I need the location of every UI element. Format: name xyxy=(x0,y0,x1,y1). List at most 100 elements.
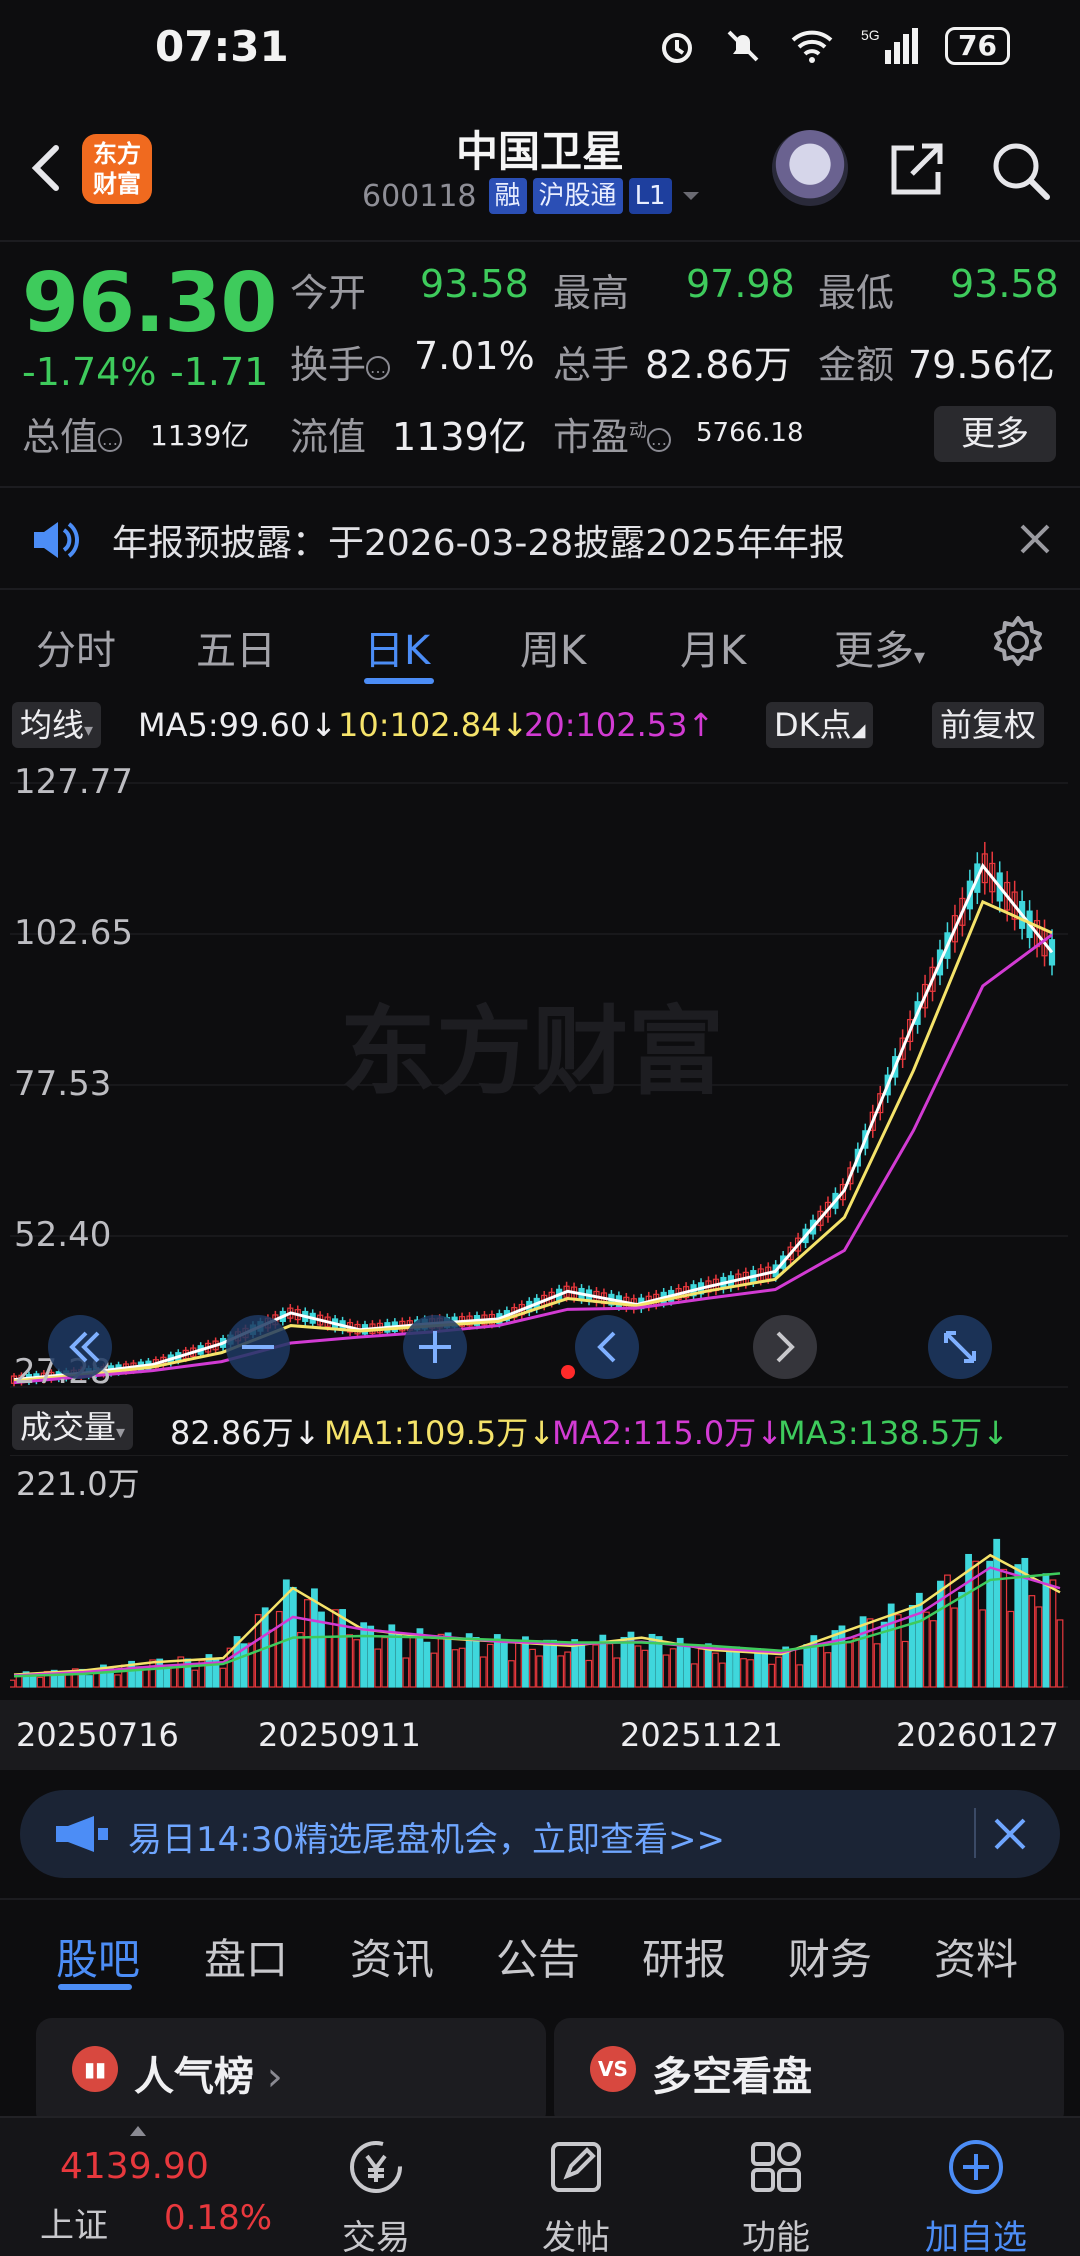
tab-order-book[interactable]: 盘口 xyxy=(204,1926,288,1987)
index-value[interactable]: 4139.90 xyxy=(60,2146,209,2187)
volume-bar xyxy=(859,1616,867,1688)
volume-bar xyxy=(1035,1606,1043,1688)
volume-bar xyxy=(585,1659,593,1688)
tab-daily-k[interactable]: 日K xyxy=(364,618,430,676)
tab-monthly-k[interactable]: 月K xyxy=(680,618,746,676)
nav-functions[interactable]: 功能 xyxy=(676,2136,876,2256)
tab-news[interactable]: 资讯 xyxy=(350,1926,434,1987)
volume-bar xyxy=(697,1648,705,1688)
bull-bear-card[interactable]: VS 多空看盘 xyxy=(554,2018,1064,2128)
info-icon[interactable]: … xyxy=(647,427,672,452)
caret-down-icon: ▾ xyxy=(84,720,94,741)
popularity-card[interactable]: ▮▮ 人气榜 › xyxy=(36,2018,546,2128)
active-tab-indicator xyxy=(364,678,434,684)
indicator-selector[interactable]: 均线▾ xyxy=(12,702,102,748)
volume-indicator-selector[interactable]: 成交量▾ xyxy=(12,1404,134,1450)
level-tag[interactable]: L1 xyxy=(628,178,672,214)
close-icon[interactable] xyxy=(992,1816,1028,1852)
tab-announcements[interactable]: 公告 xyxy=(496,1926,580,1987)
quote-panel: 96.30 -1.74% -1.71 今开 93.58 最高 97.98 最低 … xyxy=(0,240,1080,470)
pe-cell[interactable]: 市盈动… xyxy=(553,406,672,461)
nav-add-watchlist[interactable]: 加自选 xyxy=(876,2136,1076,2256)
volume-bar xyxy=(972,1560,979,1688)
adjust-button[interactable]: 前复权 xyxy=(932,702,1045,748)
volume-bar xyxy=(634,1645,642,1688)
speaker-icon xyxy=(34,522,79,558)
volume-chart[interactable]: 221.0万 xyxy=(10,1455,1068,1700)
nav-post[interactable]: 发帖 xyxy=(476,2136,676,2256)
alarm-icon xyxy=(662,33,693,63)
tab-more-label: 更多 xyxy=(834,628,914,674)
tab-profile[interactable]: 资料 xyxy=(934,1926,1018,1987)
close-icon[interactable] xyxy=(1018,522,1052,556)
nav-post-label: 发帖 xyxy=(542,2218,610,2256)
tab-weekly-k[interactable]: 周K xyxy=(520,618,586,676)
total-value-cell[interactable]: 总值… xyxy=(22,406,123,461)
change-value: -1.71 xyxy=(170,350,269,394)
turnover-value: 7.01% xyxy=(414,334,535,378)
info-icon[interactable]: … xyxy=(98,427,123,452)
turnover-cell[interactable]: 换手… xyxy=(290,334,391,389)
tab-finance[interactable]: 财务 xyxy=(788,1926,872,1987)
promo-banner[interactable]: 易日14:30精选尾盘机会，立即查看>> xyxy=(20,1790,1060,1878)
volume-bar xyxy=(1000,1568,1008,1688)
info-icon[interactable]: … xyxy=(366,355,391,380)
robot-assistant-icon[interactable] xyxy=(772,130,848,206)
signal-icon: 5G xyxy=(861,27,919,64)
caret-up-icon xyxy=(130,2126,146,2136)
kline-chart[interactable]: 东方财富 127.77102.6577.5352.4027.28 xyxy=(10,755,1068,1395)
date-tick: 20250716 xyxy=(16,1716,179,1754)
volume-bar xyxy=(606,1643,614,1688)
plus-button[interactable] xyxy=(403,1315,467,1379)
open-cell: 今开 xyxy=(290,262,366,317)
tab-intraday[interactable]: 分时 xyxy=(36,618,116,676)
pe-type: 动 xyxy=(629,420,648,442)
zoom-out-left-button[interactable] xyxy=(48,1315,112,1379)
volume-bar xyxy=(536,1655,543,1688)
ma-legend: 均线▾ MA5:99.60↓ 10:102.84↓ 20:102.53↑ DK点… xyxy=(0,698,1080,752)
volume-bar xyxy=(690,1663,698,1688)
volume-bar xyxy=(852,1637,860,1688)
search-icon[interactable] xyxy=(988,138,1052,202)
caret-icon: ◢ xyxy=(851,720,866,741)
dk-point-button[interactable]: DK点◢ xyxy=(766,702,874,748)
volume-bar xyxy=(993,1538,1001,1688)
high-value: 97.98 xyxy=(686,262,795,306)
more-button[interactable]: 更多 xyxy=(934,406,1056,462)
y-tick-label: 52.40 xyxy=(14,1215,111,1255)
fullscreen-button[interactable] xyxy=(928,1315,992,1379)
tab-research[interactable]: 研报 xyxy=(642,1926,726,1987)
volume-bar xyxy=(409,1634,417,1688)
nav-trade[interactable]: 交易 xyxy=(276,2136,476,2256)
volume-bar xyxy=(472,1637,480,1688)
volume-bar xyxy=(57,1674,65,1688)
promo-text: 易日14:30精选尾盘机会，立即查看>> xyxy=(128,1820,725,1860)
scroll-left-button[interactable] xyxy=(575,1315,639,1379)
margin-tag[interactable]: 融 xyxy=(488,178,527,214)
volume-bar xyxy=(789,1649,797,1688)
minus-button[interactable] xyxy=(226,1315,290,1379)
chevron-down-icon[interactable] xyxy=(678,183,704,209)
scroll-right-button[interactable] xyxy=(753,1315,817,1379)
nav-trade-label: 交易 xyxy=(342,2218,410,2256)
index-name: 上证 xyxy=(40,2206,108,2246)
edit-icon xyxy=(551,2142,601,2192)
share-icon[interactable] xyxy=(884,138,948,202)
gear-icon[interactable] xyxy=(990,614,1046,670)
tab-guba[interactable]: 股吧 xyxy=(56,1926,140,1987)
last-price: 96.30 xyxy=(22,256,277,351)
volume-bar xyxy=(564,1651,572,1688)
announcement-bar[interactable]: 年报预披露：于2026-03-28披露2025年年报 xyxy=(0,486,1080,590)
volume-bar xyxy=(901,1640,909,1688)
tab-more[interactable]: 更多▾ xyxy=(834,618,925,676)
volume-bar xyxy=(247,1642,255,1688)
volume-bar xyxy=(662,1654,670,1688)
float-value: 1139亿 xyxy=(392,415,527,459)
ma5-label: MA5:99.60↓ xyxy=(138,706,338,744)
tab-five-day[interactable]: 五日 xyxy=(196,618,276,676)
volume-bar xyxy=(620,1636,628,1688)
connect-tag[interactable]: 沪股通 xyxy=(532,178,623,214)
battery-indicator: 76 xyxy=(945,27,1010,65)
megaphone-icon xyxy=(56,1816,108,1852)
volume-bar xyxy=(838,1625,846,1688)
